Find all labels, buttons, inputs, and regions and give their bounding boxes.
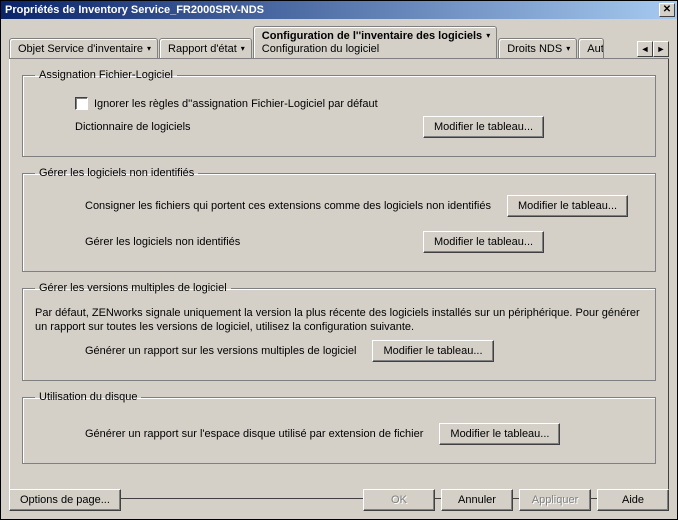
content-panel: Assignation Fichier-Logiciel Ignorer les… [9,59,669,499]
page-options-button[interactable]: Options de page... [9,489,121,511]
tabs: Objet Service d'inventaire ▾ Rapport d'é… [9,25,637,58]
modify-table-button[interactable]: Modifier le tableau... [423,116,544,138]
group-file-software-assignment: Assignation Fichier-Logiciel Ignorer les… [22,69,656,157]
group-legend: Gérer les logiciels non identifiés [35,167,198,179]
triangle-left-icon: ◄ [641,44,650,54]
close-icon: ✕ [663,5,671,15]
chevron-down-icon: ▾ [241,45,245,53]
group-legend: Utilisation du disque [35,391,141,403]
group-disk-usage: Utilisation du disque Générer un rapport… [22,391,656,464]
tab-label: Configuration de l''inventaire des logic… [262,30,482,42]
group-multiple-versions: Gérer les versions multiples de logiciel… [22,282,656,381]
multiver-description: Par défaut, ZENworks signale uniquement … [35,306,643,334]
row-software-dictionary: Dictionnaire de logiciels Modifier le ta… [35,116,643,138]
tab-sublabel: Configuration du logiciel [262,42,379,55]
ignore-defaults-label: Ignorer les règles d''assignation Fichie… [94,98,378,110]
ok-button[interactable]: OK [363,489,435,511]
tab-nds-rights[interactable]: Droits NDS ▾ [498,38,577,58]
log-extensions-label: Consigner les fichiers qui portent ces e… [85,200,491,212]
modify-table-button[interactable]: Modifier le tableau... [439,423,560,445]
row-disk-generate: Générer un rapport sur l'espace disque u… [35,423,643,445]
row-multiver-generate: Générer un rapport sur les versions mult… [35,340,643,362]
tab-label: Aut [587,43,604,55]
group-legend: Gérer les versions multiples de logiciel [35,282,231,294]
help-button[interactable]: Aide [597,489,669,511]
tab-other-truncated[interactable]: Aut [578,38,604,58]
manage-unidentified-label: Gérer les logiciels non identifiés [85,236,423,248]
tab-bar: Objet Service d'inventaire ▾ Rapport d'é… [9,25,669,59]
row-log-extensions: Consigner les fichiers qui portent ces e… [35,195,643,217]
group-legend: Assignation Fichier-Logiciel [35,69,177,81]
cancel-button[interactable]: Annuler [441,489,513,511]
modify-table-button[interactable]: Modifier le tableau... [507,195,628,217]
tab-status-report[interactable]: Rapport d'état ▾ [159,38,252,58]
chevron-down-icon: ▾ [147,45,151,53]
tab-software-inventory-config[interactable]: Configuration de l''inventaire des logic… [253,26,497,58]
tab-inventory-object[interactable]: Objet Service d'inventaire ▾ [9,38,158,58]
apply-button[interactable]: Appliquer [519,489,591,511]
window-title: Propriétés de Inventory Service_FR2000SR… [5,4,264,16]
disk-generate-label: Générer un rapport sur l'espace disque u… [85,428,423,440]
tab-label: Objet Service d'inventaire [18,43,143,55]
triangle-right-icon: ► [657,44,666,54]
tab-scroll-right[interactable]: ► [653,41,669,57]
multiver-generate-label: Générer un rapport sur les versions mult… [85,345,356,357]
group-unidentified-software: Gérer les logiciels non identifiés Consi… [22,167,656,272]
chevron-down-icon: ▾ [566,45,570,53]
tab-label: Droits NDS [507,43,562,55]
tab-scroll-controls: ◄ ► [637,25,669,58]
modify-table-button[interactable]: Modifier le tableau... [423,231,544,253]
software-dictionary-label: Dictionnaire de logiciels [75,121,423,133]
window: Propriétés de Inventory Service_FR2000SR… [0,0,678,520]
row-ignore-default: Ignorer les règles d''assignation Fichie… [35,97,643,110]
tab-scroll-left[interactable]: ◄ [637,41,653,57]
chevron-down-icon: ▾ [486,32,490,40]
titlebar: Propriétés de Inventory Service_FR2000SR… [1,1,677,19]
row-manage-unidentified: Gérer les logiciels non identifiés Modif… [35,231,643,253]
modify-table-button[interactable]: Modifier le tableau... [372,340,493,362]
tab-label: Rapport d'état [168,43,237,55]
close-button[interactable]: ✕ [659,3,675,17]
ignore-defaults-checkbox[interactable] [75,97,88,110]
footer: Options de page... OK Annuler Appliquer … [9,489,669,511]
